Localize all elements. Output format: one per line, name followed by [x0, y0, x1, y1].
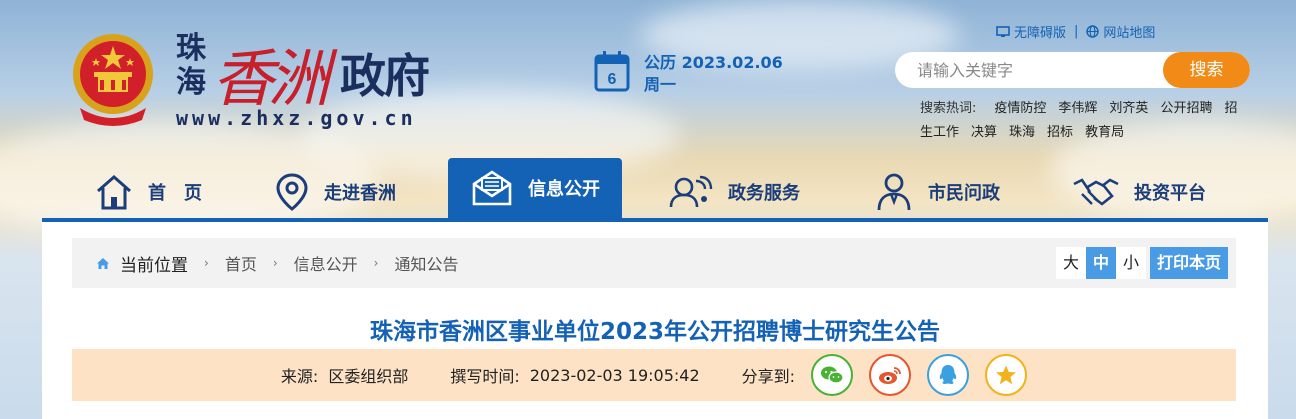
nav-item-label: 投资平台 [1134, 183, 1206, 204]
source-value: 区委组织部 [328, 367, 409, 386]
hot-keyword[interactable]: 疫情防控 [994, 101, 1046, 116]
national-emblem-icon [73, 34, 153, 126]
hot-search-keywords: 搜索热词: 疫情防控 李伟辉 刘齐英 公开招聘 招生工作 决算 珠海 招标 教育局 [920, 97, 1240, 145]
accessible-link[interactable]: 无障碍版 [996, 22, 1066, 41]
share-wechat-button[interactable] [811, 354, 854, 396]
article-meta-row: 来源: 区委组织部 撰写时间: 2023-02-03 19:05:42 分享到: [72, 349, 1236, 401]
hot-keyword[interactable]: 李伟辉 [1058, 101, 1097, 116]
font-size-controls: 大 中 小 打印本页 [1055, 247, 1228, 279]
font-medium-button[interactable]: 中 [1085, 247, 1116, 279]
main-nav: 首 页 走进香洲 信息公开 政务服务 市民问政 投资平台 [42, 158, 1268, 222]
wechat-icon [821, 366, 844, 384]
nav-item-home[interactable]: 首 页 [94, 166, 202, 218]
chevron-right-icon: › [373, 256, 379, 270]
search-button[interactable]: 搜索 [1163, 52, 1250, 88]
divider: | [1074, 24, 1079, 39]
date-text: 公历 2023.02.06 周一 [644, 52, 783, 96]
sitemap-label: 网站地图 [1103, 26, 1156, 41]
time-label: 撰写时间: [450, 367, 520, 386]
weibo-icon [879, 367, 901, 384]
weekday: 周一 [644, 75, 677, 94]
nav-item-label: 政务服务 [728, 183, 800, 204]
nav-item-citizen-inquiry[interactable]: 市民问政 [874, 166, 1000, 218]
qzone-star-icon [996, 365, 1017, 385]
nav-item-label: 首 页 [148, 183, 202, 204]
hot-search-label: 搜索热词: [920, 101, 977, 116]
home-icon [97, 175, 131, 210]
hot-keyword[interactable]: 决算 [971, 125, 997, 140]
calendar-icon: 6 [594, 51, 630, 92]
hot-keyword[interactable]: 招标 [1047, 125, 1073, 140]
share-label: 分享到: [741, 367, 796, 386]
hot-keyword[interactable]: 珠海 [1009, 125, 1035, 140]
nav-item-about[interactable]: 走进香洲 [274, 166, 396, 218]
nav-item-label: 信息公开 [528, 179, 600, 200]
share-qzone-button[interactable] [985, 354, 1028, 396]
calendar-day: 6 [608, 71, 617, 88]
monitor-icon [996, 25, 1010, 37]
chevron-right-icon: › [272, 256, 278, 270]
globe-icon [1086, 25, 1100, 38]
mail-icon [472, 170, 512, 206]
article-title: 珠海市香洲区事业单位2023年公开招聘博士研究生公告 [369, 319, 940, 345]
sitemap-link[interactable]: 网站地图 [1086, 22, 1155, 41]
hot-keyword[interactable]: 刘齐英 [1109, 101, 1148, 116]
home-icon [97, 257, 109, 269]
share-qq-button[interactable] [927, 354, 970, 396]
top-utility-links: 无障碍版 | 网站地图 [996, 22, 1155, 41]
handshake-icon [1073, 178, 1119, 206]
breadcrumb-item[interactable]: 信息公开 [294, 251, 358, 275]
site-logo[interactable]: 珠海 香洲 政府 www.zhxz.gov.cn [168, 26, 468, 136]
site-name-xiangzhou: 香洲 [212, 42, 330, 115]
print-page-button[interactable]: 打印本页 [1149, 247, 1228, 279]
breadcrumb-current-label: 当前位置 [120, 255, 188, 276]
accessible-label: 无障碍版 [1014, 26, 1067, 41]
breadcrumb-row: 当前位置 › 首页 › 信息公开 › 通知公告 [96, 238, 458, 288]
nav-item-label: 市民问政 [928, 183, 1000, 204]
hot-keyword[interactable]: 公开招聘 [1160, 101, 1212, 116]
breadcrumb-item[interactable]: 通知公告 [394, 251, 458, 275]
nav-item-services[interactable]: 政务服务 [668, 166, 800, 218]
time-value: 2023-02-03 19:05:42 [529, 365, 700, 385]
site-name-zhengfu: 政府 [340, 49, 430, 103]
nav-item-info-disclosure[interactable]: 信息公开 [448, 158, 622, 218]
article-meta: 来源: 区委组织部 撰写时间: 2023-02-03 19:05:42 分享到: [72, 349, 1236, 401]
share-weibo-button[interactable] [869, 354, 912, 396]
breadcrumb-item[interactable]: 首页 [225, 251, 257, 275]
search-box: 搜索 [895, 52, 1250, 88]
search-input[interactable] [895, 52, 1163, 88]
source-label: 来源: [280, 367, 319, 386]
chevron-right-icon: › [204, 256, 209, 270]
breadcrumb: 当前位置 › 首页 › 信息公开 › 通知公告 大 中 小 打印本页 [72, 238, 1236, 288]
site-url: www.zhxz.gov.cn [176, 106, 417, 130]
qq-icon [939, 365, 957, 384]
people-service-icon [669, 175, 713, 208]
font-small-button[interactable]: 小 [1115, 247, 1146, 279]
nav-item-label: 走进香洲 [324, 183, 396, 204]
gregorian-date: 公历 2023.02.06 [644, 53, 783, 72]
location-pin-icon [276, 173, 308, 211]
font-large-button[interactable]: 大 [1055, 247, 1086, 279]
citizen-icon [877, 173, 911, 211]
content-panel: 当前位置 › 首页 › 信息公开 › 通知公告 大 中 小 打印本页 珠海市香洲… [42, 222, 1268, 419]
hot-keyword[interactable]: 教育局 [1085, 125, 1124, 140]
nav-item-investment[interactable]: 投资平台 [1072, 166, 1206, 218]
site-name-zhuhai: 珠海 [176, 31, 206, 100]
